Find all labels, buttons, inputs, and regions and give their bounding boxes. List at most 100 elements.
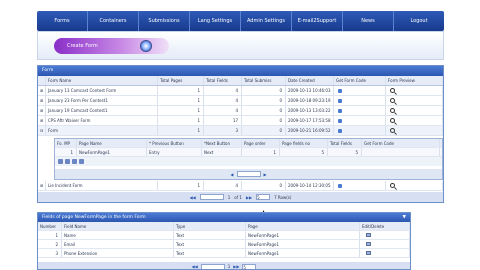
form-name: CPS Aftr Waiver Form [46, 116, 158, 125]
col-page-num[interactable]: Fo. MP [55, 139, 77, 147]
page-num: 1 [55, 148, 77, 156]
expand-icon[interactable]: ⊞ [38, 116, 46, 125]
table-row[interactable]: ⊞ Lie Incident Form 1 4 0 2009-10-14 12:… [38, 181, 443, 191]
magnifier-icon[interactable] [390, 118, 395, 123]
col-form-name[interactable]: Form Name [46, 76, 158, 85]
col-get-form-code[interactable]: Get Form Code [362, 139, 440, 147]
col-total-submissions[interactable]: Total Submiss [242, 76, 286, 85]
magnifier-icon[interactable] [390, 98, 395, 103]
col-total-fields[interactable]: Total Fields [328, 139, 362, 147]
edit-icon[interactable] [366, 242, 371, 246]
code-icon[interactable] [338, 128, 342, 133]
subgrid-row[interactable]: 1 NewFormPage1 Entry Next 1 5 5 [55, 148, 442, 157]
col-date-created[interactable]: Date Created [286, 76, 334, 85]
table-row[interactable]: 3 Phone Extension Text NewFormPage1 [38, 249, 410, 258]
code-icon[interactable] [338, 183, 342, 188]
col-page[interactable]: Page [246, 222, 360, 230]
col-page-order[interactable]: Page order [242, 139, 280, 147]
get-code-cell [334, 116, 386, 125]
expand-icon[interactable]: ⊞ [38, 181, 46, 190]
col-total-fields[interactable]: Total Fields [204, 76, 242, 85]
magnifier-icon[interactable] [390, 108, 395, 113]
page-size-select[interactable]: 5 [256, 194, 271, 200]
pages-subgrid: Fo. MP Page Name * Previous Button *Next… [54, 138, 443, 180]
code-icon[interactable] [338, 98, 342, 103]
field-type: Text [174, 240, 246, 248]
total-fields: 4 [204, 181, 242, 190]
fields-panel-title: Fields of page NewFormPage in the form F… [42, 215, 146, 220]
col-page-fields[interactable]: Page fields no [280, 139, 328, 147]
nav-email-support[interactable]: E-mail2Support [292, 11, 343, 31]
last-page-icon[interactable]: ▶▶ [246, 195, 252, 200]
edit-icon[interactable] [366, 251, 371, 255]
form-name: January 19 Comcast Contest1 [46, 106, 158, 115]
magnifier-icon[interactable] [390, 128, 395, 133]
col-next-button[interactable]: *Next Button [202, 139, 242, 147]
table-row[interactable]: ⊞ January 13 Comcast Contest Form 1 4 0 … [38, 86, 443, 96]
subgrid-page-input[interactable] [236, 171, 261, 177]
table-row[interactable]: ⊞ January 23 Form Per Contest1 1 4 0 200… [38, 96, 443, 106]
nav-submissions[interactable]: Submissions [139, 11, 190, 31]
last-page-icon[interactable]: ▶▶ [233, 264, 239, 269]
fields-page-input[interactable] [200, 263, 225, 269]
expand-icon[interactable]: ⊞ [38, 86, 46, 95]
code-icon[interactable] [338, 118, 342, 123]
magnifier-icon[interactable] [390, 183, 395, 188]
banner: Create Form [37, 31, 444, 60]
col-previous-button[interactable]: * Previous Button [147, 139, 202, 147]
nav-news[interactable]: News [343, 11, 394, 31]
fields-panel: Fields of page NewFormPage in the form F… [37, 212, 411, 270]
table-row[interactable]: 2 Email Text NewFormPage1 [38, 240, 410, 249]
date-created: 2009-10-13 10:46:03 [286, 86, 334, 95]
date-created: 2009-10-21 16:09:52 [286, 126, 334, 135]
form-name: Lie Incident Form [46, 181, 158, 190]
collapse-panel-icon[interactable]: ▼ [403, 215, 406, 220]
col-type[interactable]: Type [174, 222, 246, 230]
edit-icon[interactable] [366, 233, 371, 237]
col-edit-delete[interactable]: Edit/Delete [360, 222, 410, 230]
first-page-icon[interactable]: ◀◀ [190, 195, 196, 200]
col-page-name[interactable]: Page Name [77, 139, 147, 147]
page-input[interactable] [199, 194, 224, 200]
total-pages: 1 [158, 96, 204, 105]
form-name: January 13 Comcast Contest Form [46, 86, 158, 95]
nav-logout[interactable]: Logout [394, 11, 444, 31]
expand-icon[interactable]: ⊞ [38, 96, 46, 105]
fields-panel-header: Fields of page NewFormPage in the form F… [38, 213, 410, 222]
nav-containers[interactable]: Containers [88, 11, 139, 31]
col-total-pages[interactable]: Total Pages [158, 76, 204, 85]
prev-page-icon[interactable]: ◀ [230, 172, 233, 177]
total-submissions: 0 [242, 96, 286, 105]
code-icon[interactable] [338, 108, 342, 113]
col-get-form-code[interactable]: Get Form Code [334, 76, 386, 85]
search-icon[interactable] [79, 159, 84, 164]
col-number[interactable]: Number [38, 222, 62, 230]
table-row[interactable]: ⊞ CPS Aftr Waiver Form 1 17 0 2009-10-17… [38, 116, 443, 126]
table-row[interactable]: 1 Name Text NewFormPage1 [38, 231, 410, 240]
add-icon[interactable] [58, 159, 63, 164]
first-page-icon[interactable]: ◀◀ [192, 264, 198, 269]
edit-icon[interactable] [65, 159, 70, 164]
create-form-button[interactable]: Create Form [54, 38, 169, 54]
magnifier-icon[interactable] [390, 88, 395, 93]
expand-icon[interactable]: ⊞ [38, 106, 46, 115]
table-row-expanded[interactable]: ⊟ Form 1 3 0 2009-10-21 16:09:52 [38, 126, 443, 136]
fields-page-size-value: 5 [243, 264, 246, 270]
next-page-icon[interactable]: ▶ [264, 172, 267, 177]
total-fields: 4 [204, 96, 242, 105]
delete-icon[interactable] [72, 159, 77, 164]
get-code-cell [334, 181, 386, 190]
code-icon[interactable] [338, 88, 342, 93]
total-pages: 1 [158, 126, 204, 135]
fields-page-size-select[interactable]: 5 [242, 263, 257, 270]
nav-admin-settings[interactable]: Admin Settings [241, 11, 292, 31]
total-fields: 3 [204, 126, 242, 135]
nav-lang-settings[interactable]: Lang Settings [190, 11, 241, 31]
field-number: 1 [38, 231, 62, 239]
collapse-icon[interactable]: ⊟ [38, 126, 46, 135]
col-field-name[interactable]: Field Name [62, 222, 174, 230]
table-row[interactable]: ⊞ January 19 Comcast Contest1 1 4 0 2009… [38, 106, 443, 116]
top-navigation: Forms Containers Submissions Lang Settin… [37, 11, 444, 31]
nav-forms[interactable]: Forms [37, 11, 88, 31]
col-form-preview[interactable]: Form Preview [386, 76, 443, 85]
